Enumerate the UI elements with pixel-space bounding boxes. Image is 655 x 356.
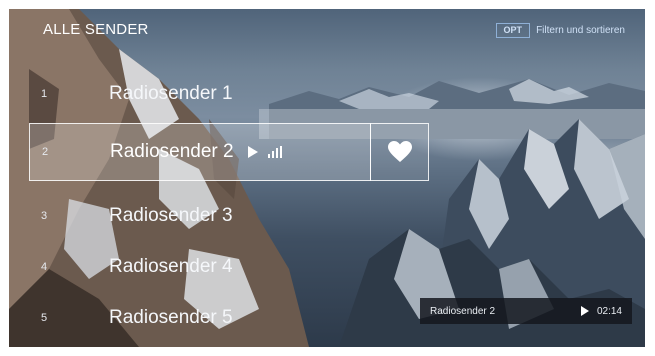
station-name: Radiosender 5: [109, 307, 233, 328]
station-number: 2: [41, 146, 49, 158]
play-icon[interactable]: [580, 306, 589, 316]
signal-strength-icon: [267, 146, 284, 158]
station-name: Radiosender 1: [109, 83, 233, 104]
station-number: 5: [40, 312, 48, 324]
opt-key-badge: OPT: [495, 23, 531, 38]
page-title: ALLE SENDER: [43, 21, 149, 38]
tv-screen: ALLE SENDER OPT Filtern und sortieren 1 …: [9, 9, 645, 347]
playback-time: 02:14: [596, 305, 622, 317]
filter-sort-option[interactable]: OPT Filtern und sortieren: [495, 23, 625, 38]
station-item-3[interactable]: 3 Radiosender 3: [29, 187, 429, 245]
now-playing-bar[interactable]: Radiosender 2 02:14: [420, 298, 632, 324]
station-item-4[interactable]: 4 Radiosender 4: [29, 238, 429, 296]
station-item-1[interactable]: 1 Radiosender 1: [29, 65, 429, 123]
station-number: 3: [40, 210, 48, 222]
station-name: Radiosender 4: [109, 256, 233, 277]
heart-icon: [387, 141, 412, 162]
station-item-5[interactable]: 5 Radiosender 5: [29, 289, 429, 347]
station-item-2[interactable]: 2 Radiosender 2: [29, 123, 371, 181]
station-name-wrap: Radiosender 2: [110, 141, 284, 163]
station-name: Radiosender 3: [109, 205, 233, 226]
station-number: 1: [40, 88, 48, 100]
station-name: Radiosender 2: [110, 141, 234, 162]
filter-sort-label: Filtern und sortieren: [536, 25, 625, 36]
favorite-button[interactable]: [370, 123, 429, 181]
play-icon: [247, 146, 258, 158]
now-playing-station: Radiosender 2: [430, 305, 496, 317]
station-number: 4: [40, 261, 48, 273]
